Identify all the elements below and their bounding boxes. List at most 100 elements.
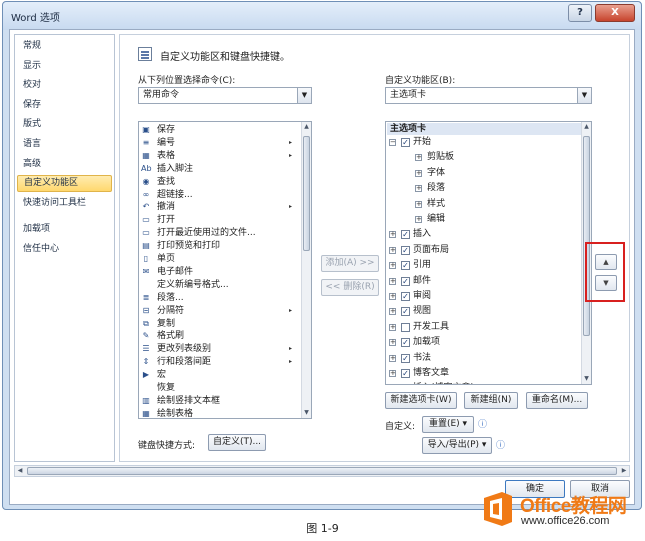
move-down-button[interactable]: ▼ [595, 275, 617, 291]
move-up-button[interactable]: ▲ [595, 254, 617, 270]
tree-group-item[interactable]: + 段落 [386, 182, 581, 195]
tree-tab-item[interactable]: + ✓ 视图 [386, 305, 581, 318]
tab-checkbox[interactable] [401, 322, 410, 332]
command-item[interactable]: ▭ 打开最近使用过的文件... [141, 227, 296, 239]
command-item[interactable]: ≣ 段落... [141, 292, 296, 304]
command-item[interactable]: 定义新编号格式... [141, 279, 296, 291]
command-item[interactable]: ▣ 保存 [141, 124, 296, 136]
reset-button[interactable]: 重置(E) ▾ [422, 416, 474, 433]
command-item[interactable]: ⧉ 复制 [141, 318, 296, 330]
scroll-left-icon[interactable]: ◀ [15, 466, 25, 476]
nav-item[interactable]: 版式 [17, 116, 112, 133]
tree-tab-item[interactable]: + ✓ 审阅 [386, 290, 581, 303]
expand-icon[interactable]: + [389, 293, 396, 300]
command-item[interactable]: ⊟ 分隔符 ▸ [141, 305, 296, 317]
expand-icon[interactable]: + [415, 185, 422, 193]
tree-group-item[interactable]: + 编辑 [386, 213, 581, 226]
scroll-up-icon[interactable]: ▲ [302, 122, 311, 132]
scroll-thumb[interactable] [303, 136, 310, 251]
tab-checkbox[interactable]: ✓ [401, 245, 410, 255]
tab-checkbox[interactable]: ✓ [401, 353, 410, 363]
tree-tab-item[interactable]: +✓插入(博客文章) [386, 382, 581, 384]
collapse-icon[interactable]: − [389, 139, 396, 146]
nav-item[interactable]: 常规 [17, 38, 112, 55]
scroll-down-icon[interactable]: ▼ [302, 408, 311, 418]
tab-checkbox[interactable]: ✓ [401, 138, 410, 147]
command-item[interactable]: ▤ 打印预览和打印 [141, 240, 296, 252]
expand-icon[interactable]: + [389, 370, 396, 377]
command-item[interactable]: 恢复 [141, 382, 296, 394]
nav-item[interactable]: 加载项 [17, 221, 112, 238]
choose-commands-combo[interactable]: 常用命令 ▼ [138, 87, 312, 104]
tree-group-item[interactable]: + 样式 [386, 198, 581, 211]
command-item[interactable]: Ab 插入脚注 [141, 163, 296, 175]
close-button[interactable]: X [595, 4, 635, 22]
tab-checkbox[interactable]: ✓ [401, 230, 410, 240]
expand-icon[interactable]: + [415, 154, 422, 162]
tree-tab-item[interactable]: + ✓ 插入 [386, 228, 581, 241]
nav-item[interactable]: 自定义功能区 [17, 175, 112, 193]
expand-icon[interactable]: + [389, 277, 396, 285]
nav-item[interactable]: 信任中心 [17, 241, 112, 258]
command-item[interactable]: ◉ 查找 [141, 176, 296, 188]
command-item[interactable]: ✉ 电子邮件 [141, 266, 296, 278]
expand-icon[interactable]: + [415, 216, 422, 223]
tab-checkbox[interactable]: ✓ [401, 307, 410, 317]
scroll-thumb[interactable] [583, 136, 590, 336]
command-item[interactable]: ✎ 格式刷 [141, 330, 296, 342]
expand-icon[interactable]: + [389, 323, 396, 331]
tab-checkbox[interactable]: ✓ [401, 338, 410, 348]
command-item[interactable]: ↶ 撤消 ▸ [141, 201, 296, 213]
help-button[interactable]: ? [568, 4, 592, 22]
command-item[interactable]: ∞ 超链接... [141, 189, 296, 201]
command-item[interactable]: ▶ 宏 [141, 369, 296, 381]
expand-icon[interactable]: + [389, 262, 396, 270]
command-item[interactable]: ▦ 表格 ▸ [141, 150, 296, 162]
nav-item[interactable]: 语言 [17, 136, 112, 153]
keyboard-customize-button[interactable]: 自定义(T)... [208, 434, 266, 451]
hscroll-thumb[interactable] [27, 467, 617, 475]
tree-group-item[interactable]: + 剪贴板 [386, 151, 581, 164]
tree-tab-item[interactable]: + ✓ 引用 [386, 259, 581, 272]
scroll-right-icon[interactable]: ▶ [619, 466, 629, 476]
expand-icon[interactable]: + [389, 339, 396, 347]
ribbon-tree[interactable]: ▲ ▼ 主选项卡 − ✓ 开始 + 剪贴板 + 字体 + 段落 + 样式 + 编辑 + ✓ 插入 + ✓ 页面布局 +… [385, 121, 592, 385]
tree-tab-item[interactable]: + ✓ 书法 [386, 352, 581, 365]
commands-list[interactable]: ▲ ▼ ▣ 保存 ≡ 编号 ▸ ▦ 表格 ▸ Ab 插入脚注 ◉ 查找 ∞ 超链接... ↶ 撤消 ▸ ▭ 打开 ▭ 打… [138, 121, 312, 419]
scroll-down-icon[interactable]: ▼ [582, 374, 591, 384]
customize-ribbon-combo[interactable]: 主选项卡 ▼ [385, 87, 592, 104]
expand-icon[interactable]: + [389, 354, 396, 362]
command-item[interactable]: ▯ 单页 [141, 253, 296, 265]
tree-group-item[interactable]: + 字体 [386, 167, 581, 180]
expand-icon[interactable]: + [389, 308, 396, 316]
rename-button[interactable]: 重命名(M)... [526, 392, 588, 409]
import-export-button[interactable]: 导入/导出(P) ▾ [422, 437, 492, 454]
expand-icon[interactable]: + [415, 169, 422, 177]
tab-checkbox[interactable]: ✓ [401, 276, 410, 286]
command-item[interactable]: ⇕ 行和段落间距 ▸ [141, 356, 296, 368]
nav-item[interactable]: 保存 [17, 97, 112, 114]
tab-checkbox[interactable]: ✓ [401, 261, 410, 271]
command-item[interactable]: ≡ 编号 ▸ [141, 137, 296, 149]
tree-tab-item[interactable]: − ✓ 开始 [386, 136, 581, 149]
new-tab-button[interactable]: 新建选项卡(W) [385, 392, 457, 409]
add-button[interactable]: 添加(A) >> [321, 255, 379, 272]
expand-icon[interactable]: + [389, 246, 396, 254]
command-item[interactable]: ▭ 打开 [141, 214, 296, 226]
commands-scrollbar[interactable]: ▲ ▼ [301, 122, 311, 418]
command-item[interactable]: ▥ 绘制竖排文本框 [141, 395, 296, 407]
nav-item[interactable]: 显示 [17, 58, 112, 75]
tree-tab-item[interactable]: + ✓ 邮件 [386, 275, 581, 288]
nav-item[interactable]: 高级 [17, 156, 112, 173]
expand-icon[interactable]: + [415, 200, 422, 208]
tree-tab-item[interactable]: + ✓ 页面布局 [386, 244, 581, 257]
tree-tab-item[interactable]: + ✓ 加载项 [386, 336, 581, 349]
panel-hscrollbar[interactable]: ◀ ▶ [14, 465, 630, 477]
remove-button[interactable]: << 删除(R) [321, 279, 379, 296]
tab-checkbox[interactable]: ✓ [401, 369, 410, 378]
nav-item[interactable]: 校对 [17, 77, 112, 94]
tree-tab-item[interactable]: + 开发工具 [386, 321, 581, 334]
new-group-button[interactable]: 新建组(N) [464, 392, 518, 409]
tab-checkbox[interactable]: ✓ [401, 292, 410, 301]
tree-tab-item[interactable]: + ✓ 博客文章 [386, 367, 581, 380]
